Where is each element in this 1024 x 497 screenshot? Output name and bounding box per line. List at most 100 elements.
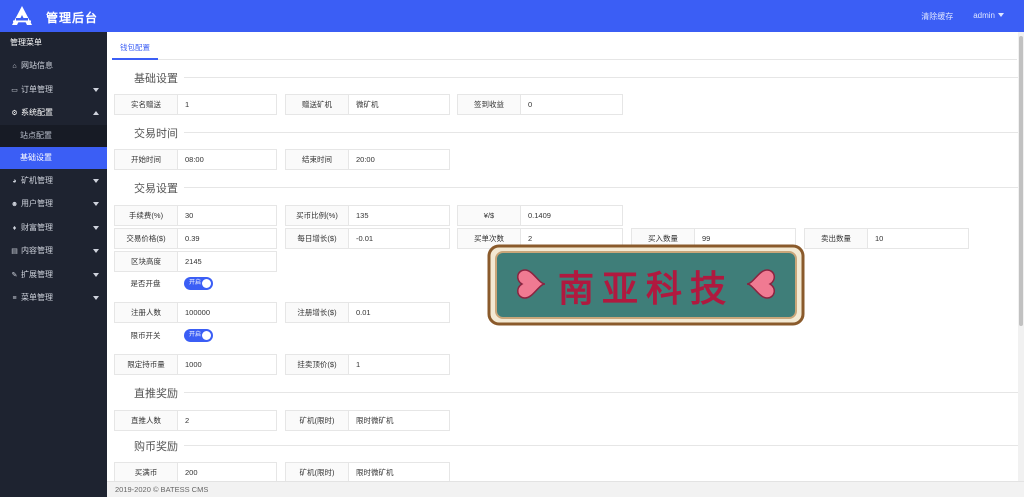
sidebar-item-content[interactable]: ▤ 内容管理 (0, 239, 107, 263)
field-direct-count: 直推人数 2 (114, 410, 277, 431)
checkin-input[interactable]: 0 (521, 95, 622, 114)
watermark-text: 南亚科技 (557, 268, 734, 310)
watermark-banner: 南亚科技 (487, 244, 805, 326)
logo-icon (12, 6, 32, 25)
fee-input[interactable]: 30 (178, 206, 276, 225)
scrollbar[interactable] (1018, 32, 1024, 481)
divider (184, 392, 1024, 393)
sidebar-item-label: 网站信息 (21, 61, 53, 70)
top-bar: 管理后台 清除缓存 admin (0, 0, 1024, 32)
open-market-toggle[interactable]: 开启 (184, 276, 213, 290)
home-icon: ⌂ (12, 63, 17, 70)
sidebar-item-wealth[interactable]: ♦ 财富管理 (0, 216, 107, 240)
field-sell-qty: 卖出数量 10 (804, 228, 969, 249)
price-input[interactable]: 0.39 (178, 229, 276, 248)
sidebar-item-orders[interactable]: ▭ 订单管理 (0, 78, 107, 102)
field-label: 买币比例(%) (286, 206, 349, 225)
field-end-time: 结束时间 20:00 (285, 149, 450, 170)
sell-top-input[interactable]: 1 (349, 355, 449, 374)
real-name-gift-input[interactable]: 1 (178, 95, 276, 114)
section-title-trade-time: 交易时间 (134, 125, 1024, 140)
start-time-input[interactable]: 08:00 (178, 150, 276, 169)
field-label: 区块高度 (115, 252, 178, 271)
chevron-down-icon (93, 178, 99, 183)
toggle-text: 开启 (189, 331, 202, 338)
block-height-input[interactable]: 2145 (178, 252, 276, 271)
list-icon: ▭ (11, 86, 18, 94)
field-label: 限定持币量 (115, 355, 178, 374)
toggle-knob (202, 330, 211, 340)
field-start-time: 开始时间 08:00 (114, 149, 277, 170)
field-label: 赠送矿机 (286, 95, 349, 114)
end-time-input[interactable]: 20:00 (349, 150, 449, 169)
field-daily-growth: 每日增长($) -0.01 (285, 228, 450, 249)
section-label: 交易设置 (134, 183, 178, 195)
field-real-name-gift: 实名赠送 1 (114, 94, 277, 115)
field-limit-switch: 限币开关 开启 (114, 328, 213, 342)
field-label: 买满币 (115, 463, 178, 482)
chevron-down-icon (93, 202, 99, 206)
clear-cache-link[interactable]: 清除缓存 (921, 11, 953, 22)
reg-growth-input[interactable]: 0.01 (349, 303, 449, 322)
direct-count-input[interactable]: 2 (178, 411, 276, 430)
field-label: 开始时间 (115, 150, 178, 169)
reg-count-input[interactable]: 100000 (178, 303, 276, 322)
sidebar-item-label: 矿机管理 (21, 175, 53, 185)
field-label: 结束时间 (286, 150, 349, 169)
gears-icon: ⚙ (11, 110, 18, 117)
chevron-down-icon (93, 272, 99, 277)
sidebar-item-users[interactable]: ☻ 用户管理 (0, 192, 107, 216)
field-label: 直推人数 (115, 411, 178, 430)
sidebar-item-site-info[interactable]: ⌂ 网站信息 (0, 54, 107, 78)
sidebar-item-label: 系统配置 (21, 108, 53, 117)
field-block-height: 区块高度 2145 (114, 251, 277, 272)
daily-growth-input[interactable]: -0.01 (349, 229, 449, 248)
field-label: ¥/$ (458, 206, 521, 225)
sidebar-item-menus[interactable]: ≡ 菜单管理 (0, 286, 107, 310)
limit-switch-toggle[interactable]: 开启 (184, 328, 213, 342)
field-sell-top: 挂卖顶价($) 1 (285, 354, 450, 375)
buy-coin-input[interactable]: 200 (178, 463, 276, 482)
divider (184, 187, 1024, 188)
user-menu[interactable]: admin (973, 11, 1004, 22)
section-title-basic: 基础设置 (134, 70, 1024, 85)
buy-miner-select[interactable]: 限时微矿机 (349, 463, 449, 482)
field-buy-coin: 买满币 200 (114, 462, 277, 483)
sidebar-item-system-config[interactable]: ⚙ 系统配置 (0, 101, 107, 125)
sidebar-item-extensions[interactable]: ✎ 扩展管理 (0, 263, 107, 287)
sidebar-item-label: 用户管理 (21, 199, 53, 208)
tab-wallet-config[interactable]: 钱包配置 (112, 38, 158, 60)
gift-miner-select[interactable]: 微矿机 (349, 95, 449, 114)
field-label: 矿机(限时) (286, 411, 349, 430)
chevron-down-icon (93, 249, 99, 253)
divider (184, 445, 1024, 446)
field-checkin: 签到收益 0 (457, 94, 623, 115)
rate-input[interactable]: 0.1409 (521, 206, 622, 225)
diamond-icon: ♦ (12, 224, 17, 232)
field-label: 注册人数 (115, 303, 178, 322)
chevron-up-icon (93, 111, 99, 115)
sidebar-item-label: 订单管理 (21, 84, 53, 94)
field-label: 实名赠送 (115, 95, 178, 114)
field-reg-count: 注册人数 100000 (114, 302, 277, 323)
sidebar-item-miners[interactable]: ◕ 矿机管理 (0, 169, 107, 193)
sell-qty-input[interactable]: 10 (868, 229, 968, 248)
limit-hold-input[interactable]: 1000 (178, 355, 276, 374)
direct-miner-select[interactable]: 限时微矿机 (349, 411, 449, 430)
field-limit-hold: 限定持币量 1000 (114, 354, 277, 375)
field-rate: ¥/$ 0.1409 (457, 205, 623, 226)
divider (184, 132, 1024, 133)
buy-ratio-input[interactable]: 135 (349, 206, 449, 225)
section-label: 购币奖励 (134, 441, 178, 453)
divider (184, 77, 1024, 78)
tab-bar: 钱包配置 (112, 38, 1017, 60)
app-title: 管理后台 (46, 11, 99, 25)
scroll-thumb[interactable] (1019, 36, 1023, 326)
sidebar-subitem-basic-settings[interactable]: 基础设置 (0, 146, 107, 169)
chevron-down-icon (93, 87, 99, 92)
sidebar-item-label: 财富管理 (21, 222, 53, 232)
section-title-trade: 交易设置 (134, 180, 1024, 195)
sidebar-subitem-site-config[interactable]: 站点配置 (0, 124, 107, 147)
user-name: admin (973, 11, 995, 20)
field-buy-ratio: 买币比例(%) 135 (285, 205, 450, 226)
